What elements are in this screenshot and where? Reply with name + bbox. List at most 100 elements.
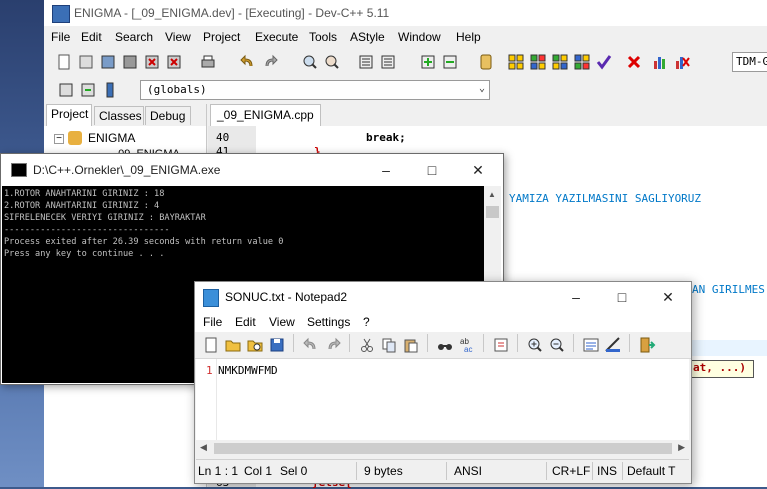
- cut-icon[interactable]: [357, 335, 377, 355]
- save-all-icon[interactable]: [120, 52, 140, 72]
- maximize-icon[interactable]: □: [409, 158, 455, 182]
- save-icon[interactable]: [98, 52, 118, 72]
- goto-declaration-icon[interactable]: [78, 80, 98, 100]
- status-encoding[interactable]: ANSI: [454, 464, 482, 478]
- scroll-thumb[interactable]: [486, 206, 499, 218]
- replace-icon[interactable]: ab ac: [457, 335, 477, 355]
- indent-icon[interactable]: [356, 52, 376, 72]
- notepad-menubar: File Edit View Settings ?: [195, 312, 691, 332]
- close-icon[interactable]: ✕: [645, 285, 691, 309]
- scroll-up-icon[interactable]: ▲: [488, 190, 496, 199]
- status-scheme[interactable]: Default T: [627, 464, 675, 478]
- goto-icon[interactable]: [491, 335, 511, 355]
- console-line: Press any key to continue . . .: [4, 249, 165, 259]
- compile-icon[interactable]: [506, 52, 526, 72]
- notepad-editor[interactable]: 1 NMKDMWFMD: [196, 359, 689, 451]
- menu-settings[interactable]: Settings: [307, 315, 350, 329]
- code-comment: AN GIRILMES: [692, 283, 765, 296]
- globals-combo[interactable]: (globals) ⌄: [140, 80, 490, 100]
- menu-edit[interactable]: Edit: [235, 315, 256, 329]
- open-folder-icon[interactable]: [223, 335, 243, 355]
- devcpp-app-icon: [52, 5, 70, 23]
- menu-execute[interactable]: Execute: [255, 30, 298, 44]
- tab-project[interactable]: Project: [46, 104, 92, 126]
- close-icon[interactable]: ✕: [455, 158, 501, 182]
- compile-run-icon[interactable]: [550, 52, 570, 72]
- copy-icon[interactable]: [379, 335, 399, 355]
- current-line-highlight: [690, 340, 767, 356]
- rebuild-icon[interactable]: [572, 52, 592, 72]
- undo-icon[interactable]: [238, 52, 258, 72]
- minimize-icon[interactable]: –: [363, 158, 409, 182]
- menu-help[interactable]: Help: [456, 30, 481, 44]
- run-icon[interactable]: [528, 52, 548, 72]
- close-all-icon[interactable]: [164, 52, 184, 72]
- goto-definition-icon[interactable]: [100, 80, 120, 100]
- call-tip: at, ...): [690, 360, 754, 378]
- maximize-icon[interactable]: □: [599, 285, 645, 309]
- customize-schemes-icon[interactable]: [603, 335, 623, 355]
- collapse-icon[interactable]: −: [54, 134, 64, 144]
- status-position: Ln 1 : 1: [198, 464, 239, 478]
- redo-icon[interactable]: [260, 52, 280, 72]
- project-options-icon[interactable]: [476, 52, 496, 72]
- scroll-thumb[interactable]: [214, 443, 672, 454]
- profile-icon[interactable]: [650, 52, 670, 72]
- scroll-right-icon[interactable]: ▶: [678, 442, 685, 453]
- console-line: Process exited after 26.39 seconds with …: [4, 237, 284, 247]
- browse-icon[interactable]: [245, 335, 265, 355]
- menu-view[interactable]: View: [269, 315, 295, 329]
- menu-search[interactable]: Search: [115, 30, 153, 44]
- new-file-icon[interactable]: [201, 335, 221, 355]
- undo-icon[interactable]: [301, 335, 321, 355]
- menu-edit[interactable]: Edit: [81, 30, 102, 44]
- tab-debug[interactable]: Debug: [145, 106, 191, 125]
- menu-file[interactable]: File: [51, 30, 70, 44]
- status-ins[interactable]: INS: [597, 464, 617, 478]
- console-title: D:\C++.Ornekler\_09_ENIGMA.exe: [33, 163, 221, 177]
- remove-from-project-icon[interactable]: [440, 52, 460, 72]
- console-line: SIFRELENECEK VERIYI GIRINIZ : BAYRAKTAR: [4, 213, 206, 223]
- horizontal-scrollbar[interactable]: ◀ ▶: [196, 440, 689, 457]
- delete-profile-icon[interactable]: [672, 52, 692, 72]
- close-file-icon[interactable]: [142, 52, 162, 72]
- menu-help[interactable]: ?: [363, 315, 370, 329]
- console-titlebar: D:\C++.Ornekler\_09_ENIGMA.exe – □ ✕: [1, 154, 503, 186]
- chevron-down-icon: ⌄: [478, 83, 485, 94]
- new-file-icon[interactable]: [54, 52, 74, 72]
- tab-editor-file[interactable]: _09_ENIGMA.cpp: [210, 104, 321, 126]
- minimize-icon[interactable]: –: [553, 285, 599, 309]
- menu-project[interactable]: Project: [203, 30, 240, 44]
- menu-astyle[interactable]: AStyle: [350, 30, 385, 44]
- zoom-in-icon[interactable]: [525, 335, 545, 355]
- stop-execution-icon[interactable]: [624, 52, 644, 72]
- code-comment: YAMIZA YAZILMASINI SAGLIYORUZ: [509, 192, 702, 205]
- compiler-combo[interactable]: TDM-G: [732, 52, 767, 72]
- gutter-divider: [216, 359, 217, 441]
- scheme-icon[interactable]: [581, 335, 601, 355]
- tree-root-label[interactable]: ENIGMA: [88, 131, 135, 145]
- print-icon[interactable]: [198, 52, 218, 72]
- class-browser-icon[interactable]: [56, 80, 76, 100]
- menu-window[interactable]: Window: [398, 30, 441, 44]
- unindent-icon[interactable]: [378, 52, 398, 72]
- paste-icon[interactable]: [401, 335, 421, 355]
- menu-file[interactable]: File: [203, 315, 222, 329]
- status-eol[interactable]: CR+LF: [552, 464, 590, 478]
- notepad-content[interactable]: NMKDMWFMD: [218, 364, 278, 377]
- scroll-left-icon[interactable]: ◀: [200, 442, 207, 453]
- find-icon[interactable]: [435, 335, 455, 355]
- replace-icon[interactable]: [322, 52, 342, 72]
- save-icon[interactable]: [267, 335, 287, 355]
- syntax-check-icon[interactable]: [594, 52, 614, 72]
- menu-tools[interactable]: Tools: [309, 30, 337, 44]
- menu-view[interactable]: View: [165, 30, 191, 44]
- exit-icon[interactable]: [637, 335, 657, 355]
- redo-icon[interactable]: [323, 335, 343, 355]
- zoom-out-icon[interactable]: [547, 335, 567, 355]
- add-to-project-icon[interactable]: [418, 52, 438, 72]
- tab-classes[interactable]: Classes: [94, 106, 144, 125]
- notepad-titlebar: SONUC.txt - Notepad2 – □ ✕: [195, 282, 691, 312]
- find-icon[interactable]: [300, 52, 320, 72]
- open-icon[interactable]: [76, 52, 96, 72]
